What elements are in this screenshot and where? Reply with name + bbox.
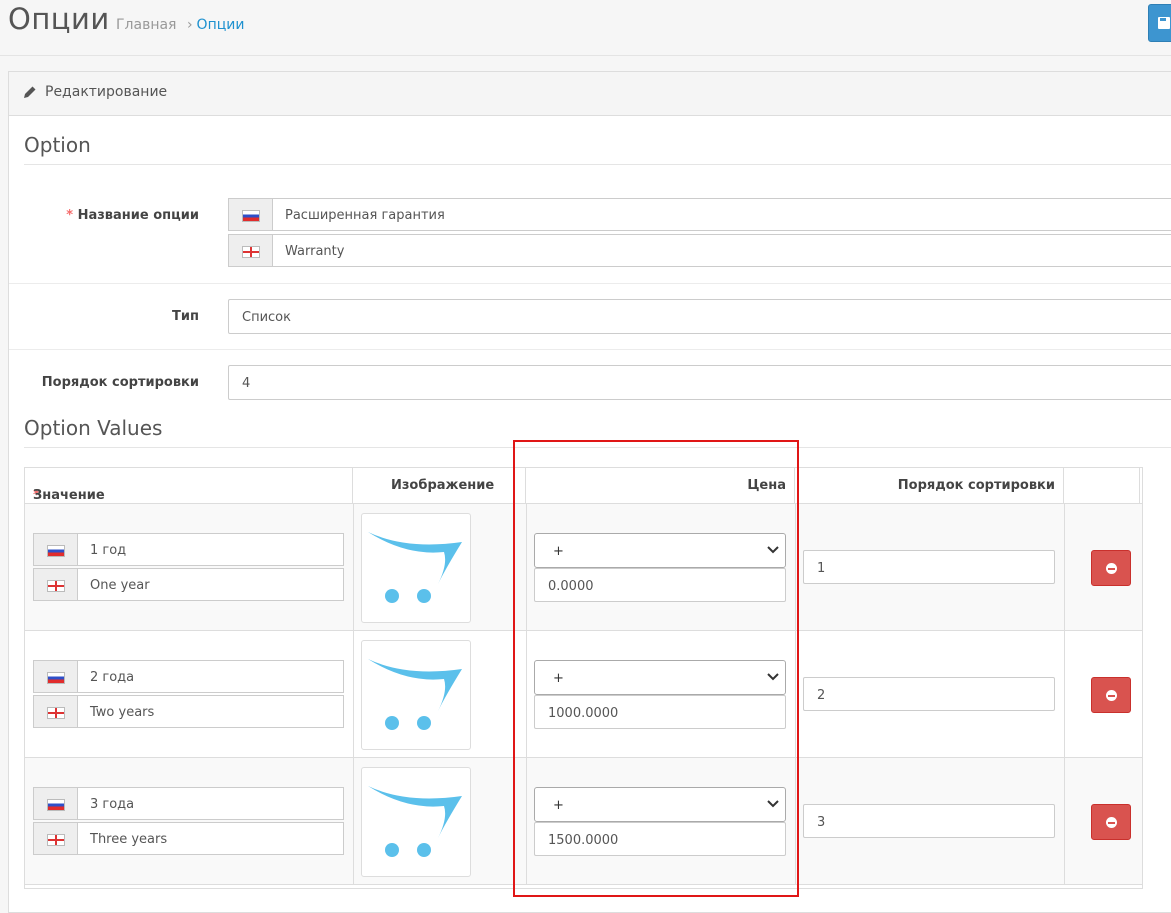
sort-order-input[interactable]: 4 <box>228 365 1171 400</box>
cart-icon <box>368 659 462 730</box>
option-image-thumbnail[interactable] <box>361 640 471 750</box>
cart-icon <box>368 786 462 857</box>
row-sort-order-input[interactable]: 2 <box>803 677 1055 711</box>
option-value-en-input[interactable]: One year <box>33 568 344 601</box>
row-sort-order-value: 3 <box>817 815 826 830</box>
option-value-en-text: Two years <box>90 705 155 720</box>
option-image-thumbnail[interactable] <box>361 513 471 623</box>
sort-order-label: Порядок сортировки <box>41 375 199 390</box>
option-value-en-input[interactable]: Three years <box>33 822 344 855</box>
lang-addon-ru <box>34 661 78 692</box>
option-value-ru-input[interactable]: 2 года <box>33 660 344 693</box>
russia-flag-icon <box>242 210 260 222</box>
pencil-icon <box>24 86 36 98</box>
form-row-divider <box>9 349 1171 350</box>
panel-heading: Редактирование <box>9 72 1171 116</box>
uk-flag-icon <box>47 580 65 592</box>
breadcrumb-current[interactable]: Опции <box>197 17 245 33</box>
lang-addon-en <box>34 823 78 854</box>
row-sort-order-input[interactable]: 3 <box>803 804 1055 838</box>
form-row-divider <box>9 283 1171 284</box>
option-name-ru-value: Расширенная гарантия <box>285 208 445 223</box>
uk-flag-icon <box>47 707 65 719</box>
option-value-ru-input[interactable]: 1 год <box>33 533 344 566</box>
header-option-value: * Значение опции <box>25 468 353 518</box>
lang-addon-ru <box>34 788 78 819</box>
lang-addon-en <box>34 696 78 727</box>
type-label: Тип <box>172 309 199 324</box>
type-select[interactable]: Список <box>228 299 1171 334</box>
option-legend: Option <box>24 133 91 157</box>
remove-row-button[interactable] <box>1091 677 1131 713</box>
price-column-highlight <box>513 440 799 897</box>
option-value-ru-input[interactable]: 3 года <box>33 787 344 820</box>
option-name-label: * Название опции <box>66 208 199 223</box>
option-value-ru-text: 1 год <box>90 543 127 558</box>
sort-order-value: 4 <box>242 376 251 391</box>
save-icon <box>1158 17 1170 29</box>
remove-row-button[interactable] <box>1091 804 1131 840</box>
header-actions <box>1064 468 1140 503</box>
option-value-ru-text: 3 года <box>90 797 135 812</box>
russia-flag-icon <box>47 672 65 684</box>
lang-addon-en <box>229 235 273 266</box>
minus-circle-icon <box>1106 817 1117 828</box>
russia-flag-icon <box>47 545 65 557</box>
option-name-en-input[interactable]: Warranty <box>228 234 1171 267</box>
row-sort-order-value: 1 <box>817 561 826 576</box>
row-sort-order-input[interactable]: 1 <box>803 550 1055 584</box>
cart-icon <box>368 532 462 603</box>
option-value-ru-text: 2 года <box>90 670 135 685</box>
option-image-thumbnail[interactable] <box>361 767 471 877</box>
minus-circle-icon <box>1106 690 1117 701</box>
lang-addon-ru <box>229 199 273 230</box>
option-name-en-value: Warranty <box>285 244 345 259</box>
breadcrumb-separator: › <box>186 17 193 33</box>
row-sort-order-value: 2 <box>817 688 826 703</box>
option-values-legend: Option Values <box>24 416 163 440</box>
panel-heading-title: Редактирование <box>45 84 168 100</box>
option-value-en-input[interactable]: Two years <box>33 695 344 728</box>
lang-addon-en <box>34 569 78 600</box>
lang-addon-ru <box>34 534 78 565</box>
option-legend-line <box>24 164 1171 165</box>
breadcrumb: Главная › Опции <box>116 17 244 33</box>
header-sort-order: Порядок сортировки <box>795 468 1064 503</box>
uk-flag-icon <box>242 246 260 258</box>
page-title: Опции <box>8 2 110 36</box>
save-button[interactable] <box>1148 4 1171 42</box>
breadcrumb-home[interactable]: Главная <box>116 17 176 33</box>
uk-flag-icon <box>47 834 65 846</box>
remove-row-button[interactable] <box>1091 550 1131 586</box>
header-image: Изображение <box>353 468 526 503</box>
option-value-en-text: Three years <box>90 832 168 847</box>
option-name-ru-input[interactable]: Расширенная гарантия <box>228 198 1171 231</box>
type-value: Список <box>242 310 291 325</box>
russia-flag-icon <box>47 799 65 811</box>
header-divider <box>0 55 1171 56</box>
minus-circle-icon <box>1106 563 1117 574</box>
option-value-en-text: One year <box>90 578 150 593</box>
